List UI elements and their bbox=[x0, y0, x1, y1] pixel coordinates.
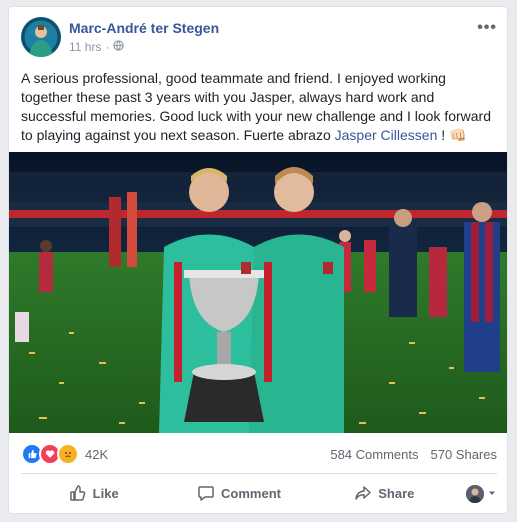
separator: · bbox=[105, 40, 110, 54]
reactions-count[interactable]: 42K bbox=[85, 447, 108, 462]
share-arrow-icon bbox=[354, 484, 372, 502]
reaction-icons[interactable] bbox=[21, 443, 79, 465]
post-text: A serious professional, good teammate an… bbox=[21, 69, 499, 145]
post-timestamp[interactable]: 11 hrs bbox=[69, 40, 101, 54]
post-card: Marc-André ter Stegen 11 hrs · ••• A ser… bbox=[8, 6, 508, 514]
caret-down-icon bbox=[487, 485, 497, 503]
comment-share-counts: 584 Comments 570 Shares bbox=[330, 447, 497, 462]
post-actions: Like Comment Share bbox=[21, 477, 497, 509]
author-name[interactable]: Marc-André ter Stegen bbox=[69, 20, 219, 36]
viewer-avatar bbox=[466, 485, 484, 503]
comments-count[interactable]: 584 Comments bbox=[330, 447, 418, 462]
post-photo[interactable] bbox=[9, 152, 507, 433]
audience-selector[interactable] bbox=[466, 485, 497, 503]
sad-reaction-icon bbox=[57, 443, 79, 465]
post-meta: 11 hrs · bbox=[69, 40, 125, 54]
like-button[interactable]: Like bbox=[21, 484, 166, 502]
globe-icon[interactable] bbox=[113, 40, 125, 54]
speech-bubble-icon bbox=[197, 484, 215, 502]
share-label: Share bbox=[378, 485, 415, 501]
more-options-icon[interactable]: ••• bbox=[477, 19, 497, 37]
shares-count[interactable]: 570 Shares bbox=[431, 447, 498, 462]
post-text-tail: ! 👊🏻 bbox=[437, 127, 467, 143]
share-button[interactable]: Share bbox=[312, 484, 457, 502]
tagged-person-link[interactable]: Jasper Cillessen bbox=[335, 127, 438, 143]
engagement-bar: 42K 584 Comments 570 Shares bbox=[21, 443, 497, 465]
like-label: Like bbox=[92, 485, 119, 501]
actions-divider bbox=[21, 473, 497, 474]
comment-label: Comment bbox=[221, 485, 281, 501]
comment-button[interactable]: Comment bbox=[166, 484, 311, 502]
thumbs-up-icon bbox=[69, 484, 87, 502]
author-avatar[interactable] bbox=[21, 17, 61, 57]
